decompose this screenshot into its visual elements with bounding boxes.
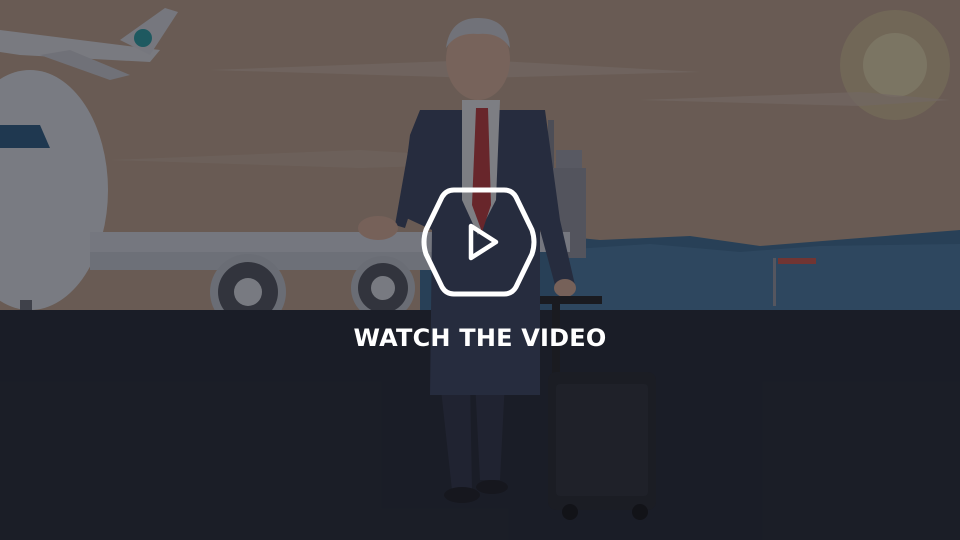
hexagon-frame-icon: [421, 187, 537, 297]
play-icon: [468, 223, 499, 261]
watch-video-label[interactable]: WATCH THE VIDEO: [0, 324, 960, 352]
video-thumbnail[interactable]: WATCH THE VIDEO: [0, 0, 960, 540]
play-button[interactable]: [420, 186, 538, 298]
